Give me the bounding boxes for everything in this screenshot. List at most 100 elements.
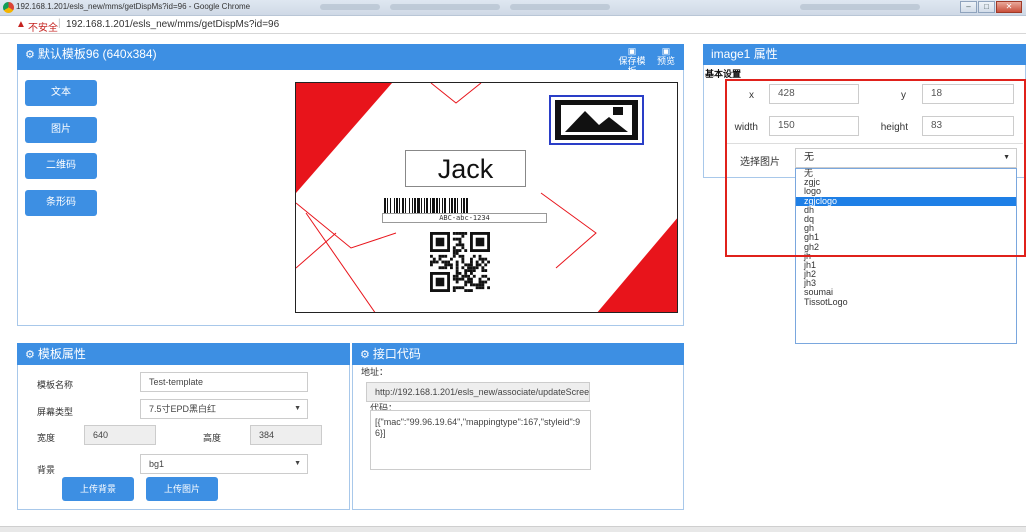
image-placeholder-icon [555, 100, 638, 140]
barcode-caption: ABC-abc-1234 [382, 213, 547, 223]
qr-module [472, 266, 476, 270]
design-canvas[interactable]: Jack ABC-abc-1234 [295, 82, 678, 313]
template-props-header: ⚙ 模板属性 [17, 343, 350, 365]
qr-module [470, 269, 473, 272]
screen-type-select[interactable]: 7.5寸EPD黑白红 ▼ [140, 399, 308, 419]
dropdown-option[interactable]: TissotLogo [796, 297, 1016, 307]
qr-module [455, 269, 459, 272]
qr-module [444, 266, 448, 270]
browser-titlebar: 192.168.1.201/esls_new/mms/getDispMs?id=… [0, 0, 1026, 16]
horizontal-scrollbar[interactable] [0, 526, 1026, 532]
height-field: 384 [250, 425, 322, 445]
qr-module [481, 260, 485, 264]
api-address-field[interactable]: http://192.168.1.201/esls_new/associate/… [366, 382, 590, 402]
qr-module [464, 274, 468, 278]
add-barcode-button[interactable]: 条形码 [25, 190, 97, 216]
qr-module [481, 280, 485, 284]
maximize-icon[interactable]: □ [978, 1, 995, 13]
qr-module [458, 254, 462, 258]
qr-module [458, 249, 462, 252]
api-code-textarea[interactable]: [{"mac":"99.96.19.64","mappingtype":167,… [370, 410, 591, 470]
qr-module [452, 254, 456, 258]
barcode-bar [432, 198, 435, 214]
qr-module [475, 263, 479, 267]
qr-module [475, 283, 479, 287]
preview-button[interactable]: ▣ 预览 [653, 46, 679, 66]
save-template-button[interactable]: ▣ 保存模板 [615, 46, 649, 76]
window-title: 192.168.1.201/esls_new/mms/getDispMs?id=… [16, 2, 251, 11]
qr-module [458, 237, 462, 241]
barcode-bar [399, 198, 400, 214]
barcode-bar [390, 198, 391, 214]
qr-module [455, 237, 459, 241]
qr-module [470, 272, 473, 275]
qr-module [478, 254, 482, 258]
qr-module [472, 283, 476, 287]
qr-module [430, 254, 433, 258]
insecure-label: 不安全 [28, 23, 58, 34]
qrcode-pattern [430, 232, 490, 292]
qr-module [467, 274, 470, 278]
barcode-bar [430, 198, 431, 214]
address-separator: | [58, 18, 61, 29]
add-image-button[interactable]: 图片 [25, 117, 97, 143]
qr-module [458, 232, 462, 235]
qr-module [467, 266, 470, 270]
qr-module [452, 246, 456, 250]
url-text[interactable]: 192.168.1.201/esls_new/mms/getDispMs?id=… [66, 19, 279, 30]
qr-module [478, 283, 482, 287]
qr-module [467, 269, 470, 272]
barcode-bar [402, 198, 404, 214]
qr-module [470, 260, 473, 264]
address-bar[interactable]: ▲ 不安全 | 192.168.1.201/esls_new/mms/getDi… [0, 16, 1026, 34]
qr-module [441, 254, 445, 258]
qr-module [470, 280, 473, 284]
qr-module [455, 260, 459, 264]
highlight-annotation-box [725, 79, 1026, 257]
qr-module [455, 232, 459, 235]
template-name-input[interactable]: Test-template [140, 372, 308, 392]
barcode-bar [466, 198, 468, 214]
qr-module [467, 263, 470, 267]
qr-module [484, 263, 488, 267]
qr-module [430, 260, 433, 264]
image1-element[interactable] [549, 95, 644, 145]
dropdown-option[interactable]: jh1 [796, 260, 1016, 270]
qr-module [452, 232, 456, 235]
qr-module [455, 274, 459, 278]
background-tab-blur [390, 4, 500, 10]
add-text-button[interactable]: 文本 [25, 80, 97, 106]
gear-icon: ⚙ [25, 349, 35, 361]
qr-module [481, 283, 485, 287]
qr-module [432, 257, 436, 261]
qr-module [475, 260, 479, 264]
gear-icon: ⚙ [25, 49, 35, 61]
qr-module [444, 263, 448, 267]
qr-module [450, 266, 453, 270]
barcode-bar [394, 198, 395, 214]
close-icon[interactable]: ✕ [996, 1, 1022, 13]
background-tab-blur [800, 4, 920, 10]
qr-module [484, 257, 488, 261]
qr-module [478, 286, 482, 290]
background-tab-blur [320, 4, 380, 10]
upload-background-button[interactable]: 上传背景 [62, 477, 134, 501]
qrcode-element[interactable] [429, 232, 491, 292]
add-qrcode-button[interactable]: 二维码 [25, 153, 97, 179]
qr-module [481, 274, 485, 278]
name-text-element[interactable]: Jack [405, 150, 526, 187]
minimize-icon[interactable]: – [960, 1, 977, 13]
dropdown-option[interactable]: jh2 [796, 269, 1016, 279]
qr-module [461, 234, 465, 238]
qr-module [467, 280, 470, 284]
barcode-bar [444, 198, 446, 214]
qr-module [461, 274, 465, 278]
qr-module [444, 260, 448, 264]
qr-module [487, 277, 490, 281]
qr-module [455, 249, 459, 252]
background-select[interactable]: bg1 ▼ [140, 454, 308, 474]
qr-module [481, 286, 485, 290]
barcode-element[interactable]: ABC-abc-1234 [382, 197, 547, 223]
qr-module [475, 266, 479, 270]
upload-image-button[interactable]: 上传图片 [146, 477, 218, 501]
